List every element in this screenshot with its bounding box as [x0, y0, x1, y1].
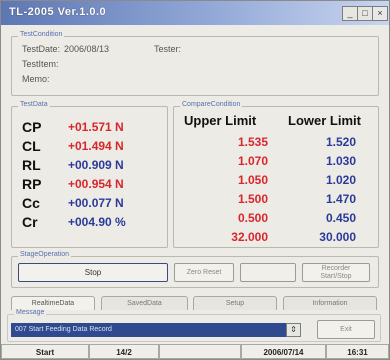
compare-condition-label: CompareCondition — [180, 101, 243, 108]
measurement-name: RP — [22, 176, 42, 192]
measurement-name: RL — [22, 157, 41, 173]
tester-label: Tester: — [154, 44, 182, 54]
message-label: Message — [14, 309, 47, 316]
lower-limit-value: 30.000 — [319, 230, 356, 244]
test-data-group: TestData CP +01.571 N CL +01.494 N RL +00.909… — [11, 101, 168, 248]
tab-realtimedata[interactable]: RealtimeData — [11, 296, 95, 310]
minimize-icon[interactable]: _ — [342, 6, 358, 21]
title-bar[interactable]: TL-2005 Ver.1.0.0 _ □ × — [1, 1, 389, 25]
app-window: TL-2005 Ver.1.0.0 _ □ × TestCondition Te… — [0, 0, 390, 360]
measurement-name: CP — [22, 119, 42, 135]
scroll-arrow-icon[interactable]: ⇕ — [286, 323, 301, 337]
upper-limit-value: 32.000 — [231, 230, 268, 244]
recorder-start-stop-button[interactable]: Recorder Start/Stop — [302, 263, 370, 282]
tab-information[interactable]: Information — [283, 296, 377, 310]
status-date: 2006/07/14 — [241, 344, 326, 359]
measurement-value: +00.077 N — [68, 196, 124, 210]
test-date-label: TestDate: — [22, 44, 61, 54]
lower-limit-value: 0.450 — [325, 211, 356, 225]
lower-limit-value: 1.020 — [325, 173, 356, 187]
upper-limit-value: 1.535 — [237, 135, 268, 149]
tab-setup[interactable]: Setup — [193, 296, 277, 310]
upper-limit-value: 1.500 — [237, 192, 268, 206]
lower-limit-value: 1.030 — [325, 154, 356, 168]
lower-limit-value: 1.470 — [325, 192, 356, 206]
status-count: 14/2 — [89, 344, 159, 359]
upper-limit-value: 0.500 — [237, 211, 268, 225]
test-item-label: TestItem: — [22, 59, 59, 69]
memo-label: Memo: — [22, 74, 50, 84]
measurement-value: +00.909 N — [68, 158, 124, 172]
test-date-value: 2006/08/13 — [64, 44, 110, 54]
upper-limit-header: Upper Limit — [184, 113, 257, 128]
window-title: TL-2005 Ver.1.0.0 — [9, 6, 107, 18]
test-condition-group: TestCondition TestDate: 2006/08/13 Teste… — [11, 31, 379, 96]
tab-saveddata[interactable]: SavedData — [101, 296, 188, 310]
exit-button[interactable]: Exit — [317, 320, 375, 339]
upper-limit-value: 1.050 — [237, 173, 268, 187]
status-time: 16:31 — [326, 344, 389, 359]
lower-limit-header: Lower Limit — [288, 113, 361, 128]
blank-button[interactable] — [240, 263, 296, 282]
stop-button[interactable]: Stop — [18, 263, 168, 282]
zero-reset-button[interactable]: Zero Reset — [174, 263, 234, 282]
stage-operation-group: StageOperation Stop Zero Reset Recorder … — [11, 251, 379, 288]
status-bar: Start 14/2 2006/07/14 16:31 — [1, 344, 389, 359]
measurement-name: Cr — [22, 214, 38, 230]
status-blank — [159, 344, 241, 359]
stage-operation-label: StageOperation — [18, 251, 72, 258]
upper-limit-value: 1.070 — [237, 154, 268, 168]
test-data-label: TestData — [18, 101, 50, 108]
measurement-value: +01.494 N — [68, 139, 124, 153]
status-state: Start — [1, 344, 89, 359]
measurement-value: +004.90 % — [68, 215, 126, 229]
lower-limit-value: 1.520 — [325, 135, 356, 149]
close-icon[interactable]: × — [372, 6, 388, 21]
test-condition-label: TestCondition — [18, 31, 65, 38]
message-display: 007 Start Feeding Data Record — [11, 323, 301, 337]
measurement-name: CL — [22, 138, 41, 154]
compare-condition-group: CompareCondition Upper Limit Lower Limit… — [173, 101, 379, 248]
measurement-value: +01.571 N — [68, 120, 124, 134]
maximize-icon[interactable]: □ — [357, 6, 373, 21]
measurement-value: +00.954 N — [68, 177, 124, 191]
measurement-name: Cc — [22, 195, 40, 211]
